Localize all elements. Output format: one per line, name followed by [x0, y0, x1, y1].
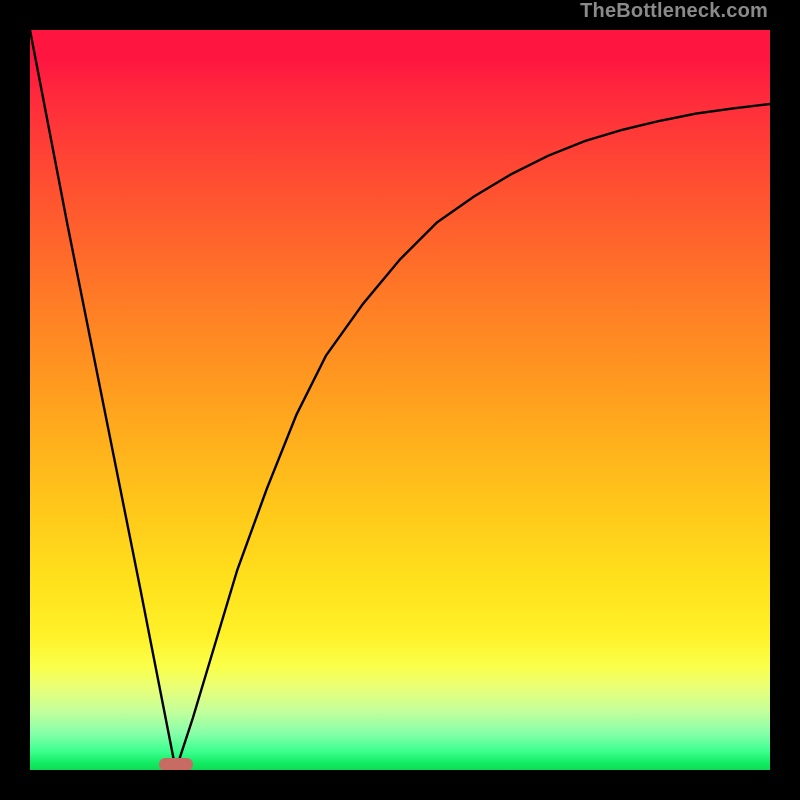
plot-area: [30, 30, 770, 770]
optimal-marker: [159, 758, 193, 770]
watermark-text: TheBottleneck.com: [580, 0, 768, 23]
bottleneck-curve: [30, 30, 770, 770]
chart-frame: TheBottleneck.com: [0, 0, 800, 800]
